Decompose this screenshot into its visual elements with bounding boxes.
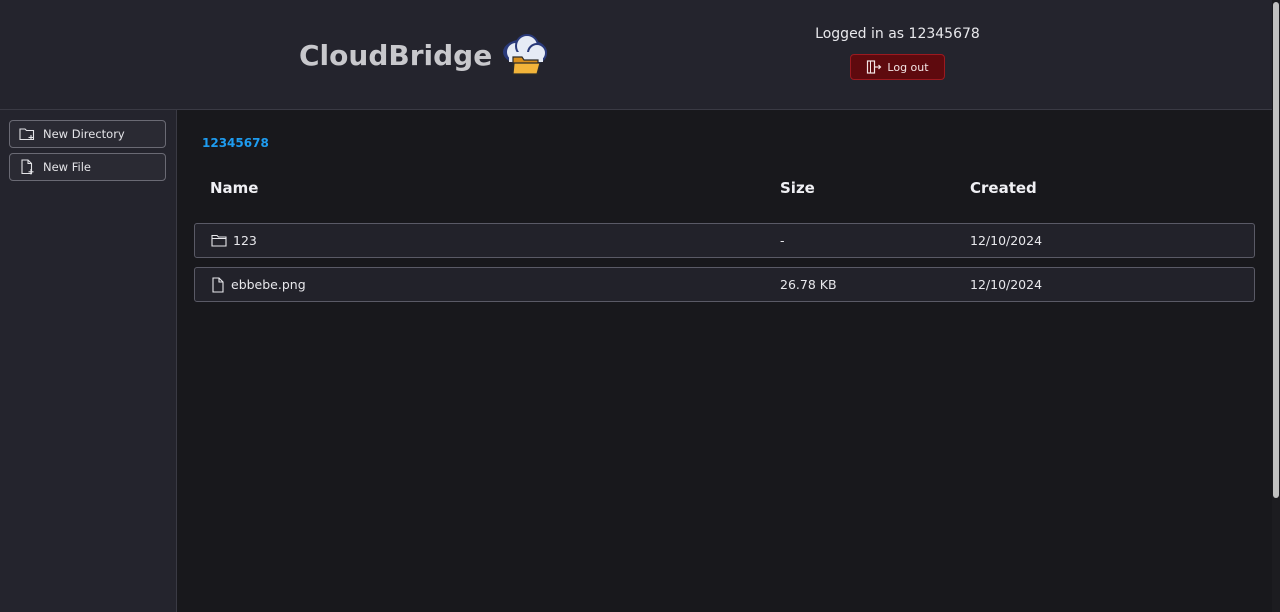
new-file-label: New File — [43, 160, 91, 174]
logout-button[interactable]: Log out — [850, 54, 945, 80]
file-icon — [212, 276, 224, 293]
logout-label: Log out — [887, 60, 929, 74]
row-name-cell: 123 — [211, 224, 257, 257]
scrollbar-thumb[interactable] — [1273, 2, 1279, 498]
row-created: 12/10/2024 — [970, 233, 1043, 248]
app-logo[interactable]: CloudBridge — [299, 30, 550, 80]
app-title: CloudBridge — [299, 38, 493, 72]
column-header-name[interactable]: Name — [210, 179, 258, 197]
app-header: CloudBridge Logged in as 12345678 Log ou… — [0, 0, 1272, 110]
row-name-cell: ebbebe.png — [211, 268, 306, 301]
new-file-button[interactable]: New File — [9, 153, 166, 181]
row-name: 123 — [233, 233, 257, 248]
new-directory-label: New Directory — [43, 127, 125, 141]
folder-icon — [211, 234, 227, 247]
table-row[interactable]: 123 - 12/10/2024 — [194, 223, 1255, 258]
row-created: 12/10/2024 — [970, 277, 1043, 292]
cloud-folder-icon — [503, 34, 548, 75]
breadcrumb[interactable]: 12345678 — [202, 136, 269, 150]
table-row[interactable]: ebbebe.png 26.78 KB 12/10/2024 — [194, 267, 1255, 302]
new-directory-button[interactable]: New Directory — [9, 120, 166, 148]
column-header-created[interactable]: Created — [970, 179, 1037, 197]
row-size: 26.78 KB — [780, 277, 837, 292]
row-size: - — [780, 233, 785, 248]
sidebar: New Directory New File — [0, 110, 177, 612]
user-area: Logged in as 12345678 Log out — [790, 26, 1005, 80]
logged-in-text: Logged in as 12345678 — [815, 26, 980, 42]
logout-icon — [867, 60, 882, 74]
row-name: ebbebe.png — [231, 277, 306, 292]
folder-plus-icon — [19, 128, 35, 141]
column-header-size[interactable]: Size — [780, 179, 815, 197]
file-plus-icon — [21, 159, 34, 175]
